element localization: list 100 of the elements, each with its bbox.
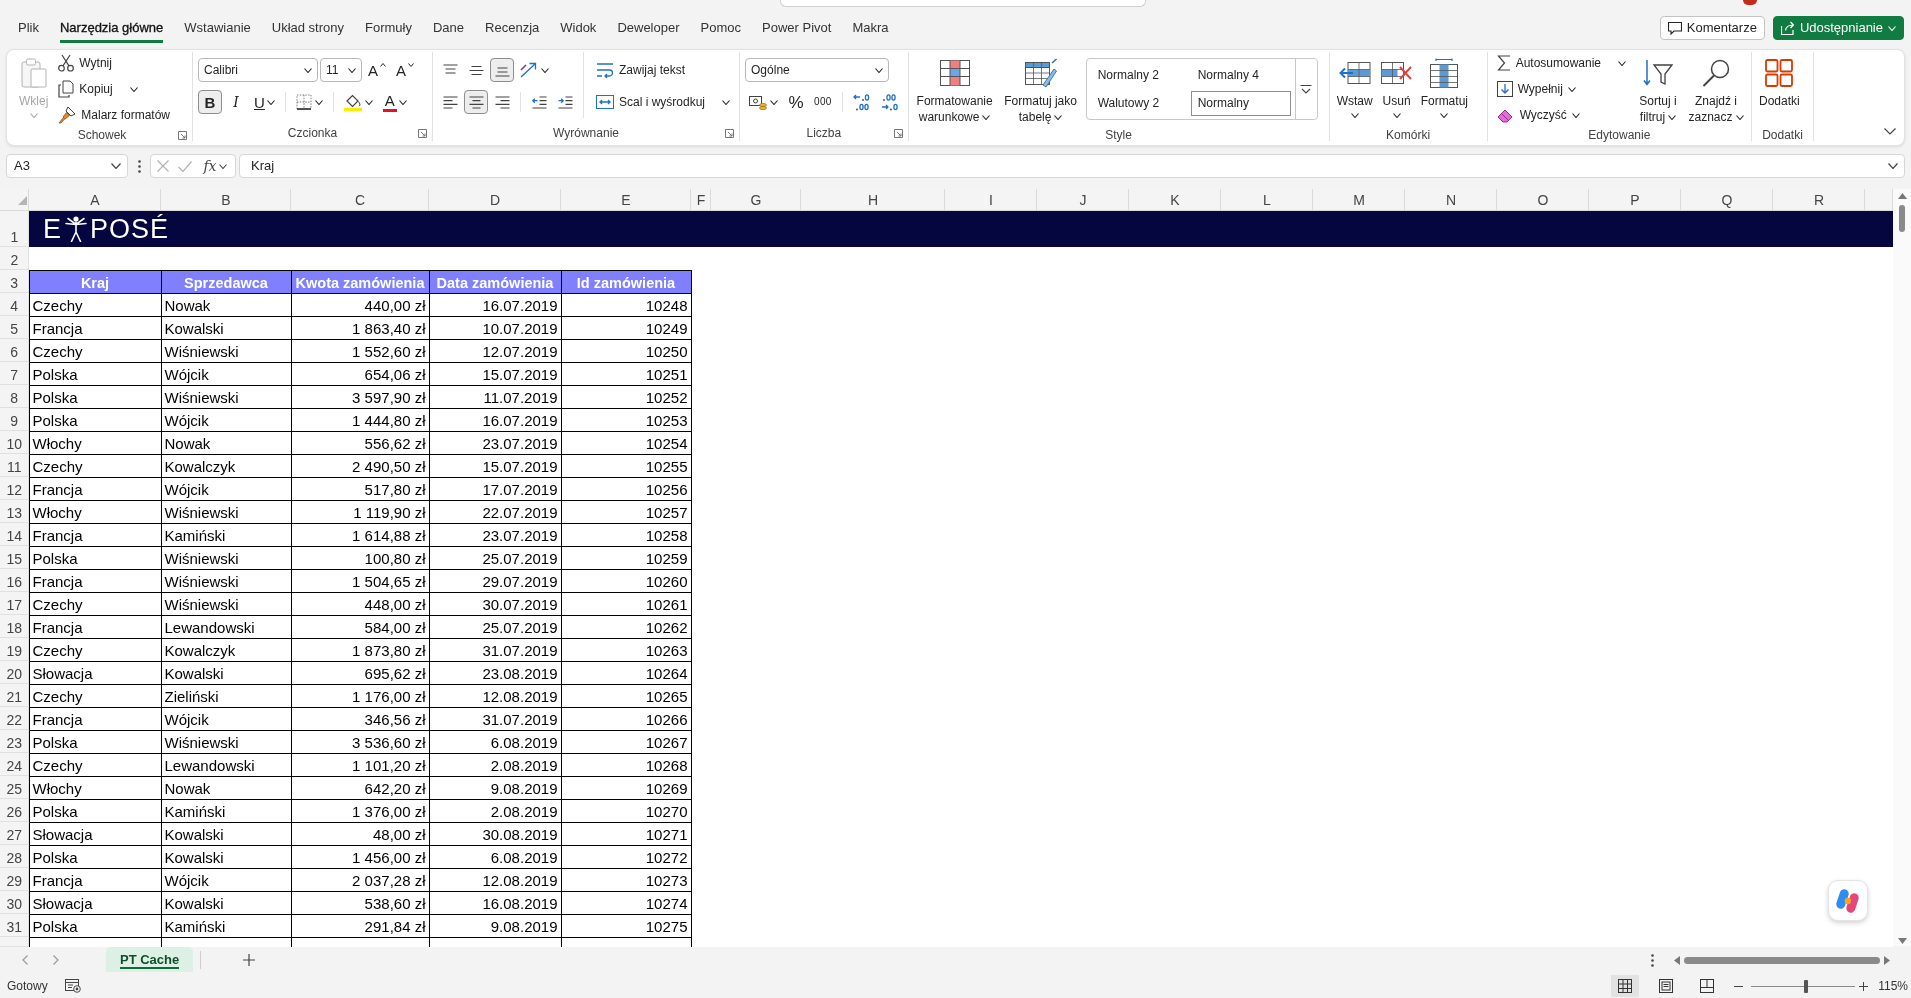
column-header[interactable]: C xyxy=(291,189,429,211)
menu-tab[interactable]: Pomoc xyxy=(690,13,751,43)
row-header[interactable]: 30 xyxy=(0,891,29,914)
menu-tab[interactable]: Recenzja xyxy=(475,13,550,43)
chevron-right-icon[interactable] xyxy=(53,955,59,965)
column-header[interactable]: D xyxy=(429,189,561,211)
menu-tab[interactable]: Widok xyxy=(550,13,607,43)
format-cells-button[interactable]: Formatuj xyxy=(1418,52,1470,128)
row-header[interactable]: 20 xyxy=(0,661,29,684)
number-format-dropdown[interactable]: Ogólne xyxy=(745,58,890,82)
menu-tab[interactable]: Power Pivot xyxy=(752,13,842,43)
column-header[interactable]: K xyxy=(1129,189,1221,211)
chevron-down-icon[interactable] xyxy=(1884,128,1896,135)
row-header[interactable]: 1 xyxy=(0,211,29,247)
row-header[interactable]: 6 xyxy=(0,339,29,362)
arrow-up-icon[interactable] xyxy=(1897,193,1907,199)
row-header[interactable]: 10 xyxy=(0,431,29,454)
grow-font-button[interactable]: A xyxy=(364,58,390,82)
row-header[interactable]: 29 xyxy=(0,868,29,891)
row-header[interactable]: 18 xyxy=(0,615,29,638)
shrink-font-button[interactable]: A xyxy=(392,58,419,82)
column-header[interactable]: H xyxy=(801,189,945,211)
vertical-scrollbar[interactable] xyxy=(1893,189,1911,946)
delete-cells-button[interactable]: Usuń xyxy=(1378,52,1415,128)
more-vertical-icon[interactable] xyxy=(138,159,141,173)
assistant-button[interactable] xyxy=(1828,880,1868,921)
row-header[interactable]: 9 xyxy=(0,408,29,431)
thousands-button[interactable]: 000 xyxy=(810,90,836,114)
format-painter-button[interactable]: Malarz formatów xyxy=(54,104,175,126)
corner-arrow-icon[interactable] xyxy=(893,128,903,138)
cut-button[interactable]: Wytnij xyxy=(54,52,116,74)
row-header[interactable]: 13 xyxy=(0,500,29,523)
column-header[interactable]: M xyxy=(1313,189,1405,211)
row-header[interactable]: 24 xyxy=(0,753,29,776)
corner-arrow-icon[interactable] xyxy=(178,130,187,140)
name-box[interactable]: A3 xyxy=(6,154,128,178)
insert-function-button[interactable]: fx xyxy=(201,159,229,173)
row-header[interactable]: 2 xyxy=(0,247,29,270)
share-button[interactable]: Udostępnianie xyxy=(1772,16,1904,40)
italic-button[interactable]: I xyxy=(224,90,248,114)
menu-tab[interactable]: Wstawianie xyxy=(174,13,261,43)
sheet-record-icon[interactable] xyxy=(64,979,81,993)
plus-icon[interactable] xyxy=(243,954,256,966)
underline-button[interactable]: U xyxy=(250,90,279,114)
autosum-button[interactable]: Autosumowanie xyxy=(1492,52,1630,74)
row-header[interactable]: 15 xyxy=(0,546,29,569)
row-header[interactable]: 19 xyxy=(0,638,29,661)
row-header[interactable]: 23 xyxy=(0,730,29,753)
row-header[interactable]: 27 xyxy=(0,822,29,845)
row-header[interactable]: 16 xyxy=(0,569,29,592)
copy-button[interactable]: Kopiuj xyxy=(54,78,142,100)
plus-icon[interactable] xyxy=(1859,981,1869,991)
menu-tab[interactable]: Układ strony xyxy=(261,13,354,43)
format-table-button[interactable]: Formatuj jako tabelę xyxy=(999,52,1082,128)
more-vertical-icon[interactable] xyxy=(1651,953,1654,967)
row-header[interactable]: 12 xyxy=(0,477,29,500)
column-header[interactable]: G xyxy=(711,189,801,211)
column-header[interactable]: R xyxy=(1773,189,1865,211)
conditional-format-button[interactable]: Formatowanie warunkowe xyxy=(913,52,996,128)
arrow-down-icon[interactable] xyxy=(1897,938,1907,944)
bold-button[interactable]: B xyxy=(198,90,222,114)
row-header[interactable]: 7 xyxy=(0,362,29,385)
row-header[interactable]: 14 xyxy=(0,523,29,546)
menu-tab[interactable]: Deweloper xyxy=(607,13,690,43)
merge-center-button[interactable]: Scal i wyśrodkuj xyxy=(592,91,735,113)
normal-view-button[interactable] xyxy=(1611,975,1640,997)
column-header[interactable]: F xyxy=(691,189,711,211)
row-header[interactable]: 21 xyxy=(0,684,29,707)
column-header[interactable]: J xyxy=(1037,189,1129,211)
row-header[interactable]: 8 xyxy=(0,385,29,408)
menu-tab[interactable]: Formuły xyxy=(355,13,422,43)
add-ins-button[interactable]: Dodatki xyxy=(1757,52,1802,128)
zoom-level[interactable]: 115% xyxy=(1878,978,1908,994)
align-center-button[interactable] xyxy=(464,90,488,114)
chevron-left-icon[interactable] xyxy=(22,955,28,965)
row-header[interactable]: 3 xyxy=(0,270,29,293)
row-header[interactable]: 11 xyxy=(0,454,29,477)
column-header[interactable]: L xyxy=(1221,189,1313,211)
sort-filter-button[interactable]: Sortuj i filtruj xyxy=(1634,52,1682,128)
formula-field[interactable]: Kraj xyxy=(239,154,1905,178)
row-header[interactable]: 22 xyxy=(0,707,29,730)
font-color-button[interactable]: A xyxy=(378,90,411,114)
column-header[interactable]: E xyxy=(561,189,691,211)
row-header[interactable]: 5 xyxy=(0,316,29,339)
insert-cells-button[interactable]: Wstaw xyxy=(1334,52,1375,128)
scroll-thumb[interactable] xyxy=(1899,205,1905,232)
row-header[interactable]: 25 xyxy=(0,776,29,799)
sheet-tab[interactable]: PT Cache xyxy=(106,947,194,972)
column-header[interactable]: N xyxy=(1405,189,1497,211)
column-header[interactable]: Q xyxy=(1681,189,1773,211)
minus-icon[interactable] xyxy=(1734,985,1744,987)
find-select-button[interactable]: Znajdź i zaznacz xyxy=(1686,52,1746,128)
corner-arrow-icon[interactable] xyxy=(725,128,735,138)
column-header[interactable]: P xyxy=(1589,189,1681,211)
check-icon[interactable] xyxy=(178,160,193,172)
wrap-text-button[interactable]: Zawijaj tekst xyxy=(592,59,690,81)
arrow-right-icon[interactable] xyxy=(1884,955,1890,965)
cell-style-option[interactable]: Normalny xyxy=(1190,90,1291,116)
font-size-dropdown[interactable]: 11 xyxy=(320,58,362,82)
row-header[interactable]: 17 xyxy=(0,592,29,615)
